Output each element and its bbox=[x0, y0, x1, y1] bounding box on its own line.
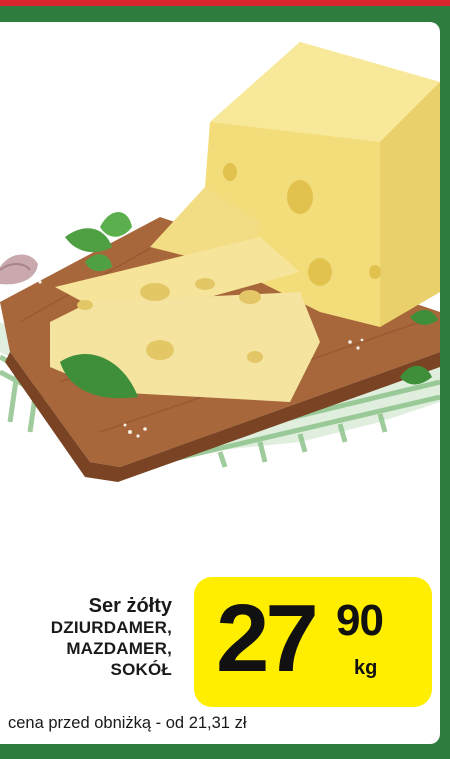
price-unit: kg bbox=[354, 657, 378, 679]
price-integer: 27 bbox=[216, 585, 319, 692]
top-red-strip bbox=[0, 0, 450, 6]
product-name-line4: SOKÓŁ bbox=[110, 660, 172, 679]
product-name-line2: DZIURDAMER, bbox=[50, 618, 172, 637]
previous-price-note: cena przed obniżką - od 21,31 zł bbox=[8, 714, 247, 732]
product-name: Ser żółty DZIURDAMER, MAZDAMER, SOKÓŁ bbox=[51, 595, 172, 680]
price-decimal: 90 bbox=[336, 596, 384, 645]
product-card: Ser żółty DZIURDAMER, MAZDAMER, SOKÓŁ 27… bbox=[0, 22, 440, 744]
product-name-line3: MAZDAMER, bbox=[66, 639, 172, 658]
garlic-clove-graphic bbox=[0, 254, 38, 285]
product-name-line1: Ser żółty bbox=[88, 595, 172, 617]
price-tag: 27 90 kg bbox=[194, 577, 432, 707]
cheese-icon bbox=[0, 42, 440, 482]
